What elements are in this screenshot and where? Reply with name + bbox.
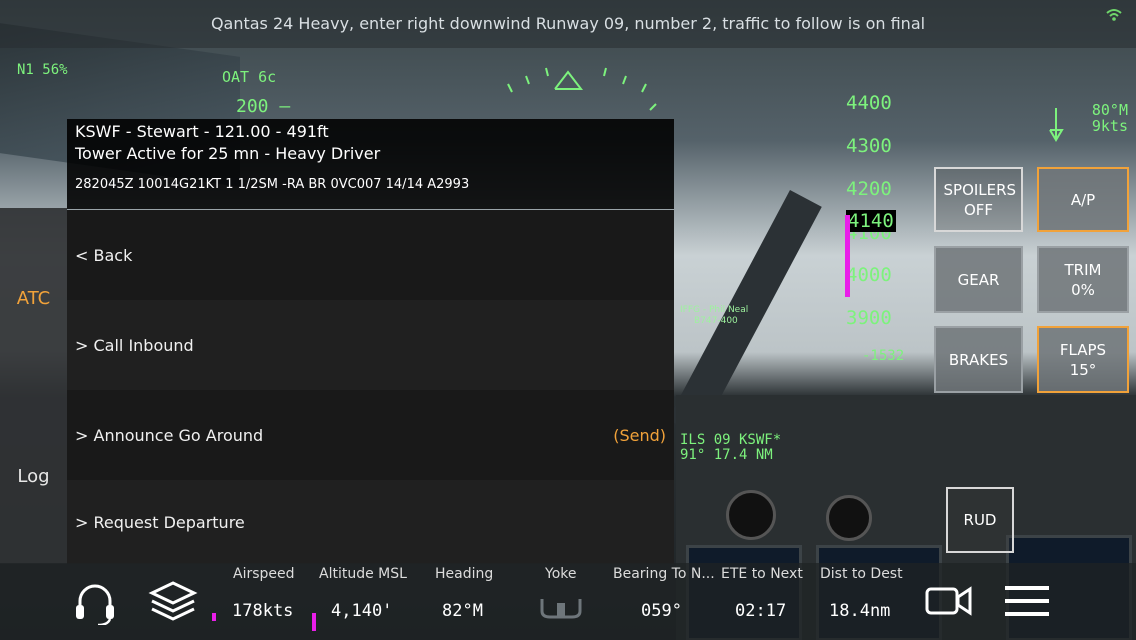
stat-label-ete: ETE to Next: [721, 566, 803, 582]
flaps-label: FLAPS: [1059, 340, 1107, 359]
atc-message: Qantas 24 Heavy, enter right downwind Ru…: [210, 14, 926, 33]
wind-arrow-icon: [1049, 108, 1064, 142]
altitude-tick: 4400: [846, 92, 892, 114]
autopilot-label: A/P: [1070, 190, 1096, 209]
menu-back-label: < Back: [75, 245, 133, 265]
altitude-tape: 4400 4300 4200 4100 4000 3900 4140: [846, 92, 916, 372]
altitude-tick: 4000: [846, 264, 892, 286]
gear-label: GEAR: [957, 270, 1000, 289]
trim-label: TRIM: [1064, 260, 1102, 279]
metar-text: 282045Z 10014G21KT 1 1/2SM -RA BR 0VC007…: [75, 177, 470, 192]
atc-message-bar: Qantas 24 Heavy, enter right downwind Ru…: [0, 0, 1136, 48]
airspeed-trend: [212, 613, 216, 621]
altitude-tick: 4200: [846, 178, 892, 200]
gear-button[interactable]: GEAR: [934, 246, 1023, 313]
panel-gauge: [726, 490, 776, 540]
oat-readout: OAT 6c: [222, 68, 277, 86]
ils-line1: ILS 09 KSWF*: [680, 432, 782, 448]
speed-tape-label: 200: [236, 96, 269, 117]
headset-icon[interactable]: [72, 579, 118, 625]
rudder-button[interactable]: RUD: [946, 487, 1014, 553]
stat-value-dist: 18.4nm: [829, 601, 891, 621]
menu-call-inbound[interactable]: > Call Inbound: [67, 300, 674, 390]
autopilot-button[interactable]: A/P: [1037, 167, 1129, 232]
altitude-trend: [312, 613, 316, 631]
stat-value-bearing: 059°: [641, 601, 682, 621]
speed-tape-value: 200 —: [236, 96, 291, 117]
trim-value: 0%: [1071, 280, 1095, 299]
station-name: KSWF - Stewart - 121.00 - 491ft: [75, 122, 329, 141]
menu-back[interactable]: < Back: [67, 210, 674, 300]
menu-go-around[interactable]: > Announce Go Around (Send): [67, 390, 674, 480]
ils-readout: ILS 09 KSWF* 91° 17.4 NM: [680, 433, 781, 463]
stat-label-dist: Dist to Dest: [820, 566, 903, 582]
stat-label-heading: Heading: [435, 566, 494, 582]
stat-value-altitude: 4,140': [331, 601, 393, 621]
send-button[interactable]: (Send): [613, 426, 666, 445]
brakes-label: BRAKES: [948, 350, 1009, 369]
heading-scale-icon: [507, 67, 657, 111]
stat-label-yoke: Yoke: [545, 566, 577, 582]
sidebar-item-log[interactable]: Log: [0, 466, 67, 487]
traffic-aircraft: B747-400: [694, 316, 738, 326]
wind-speed: 9kts: [1091, 117, 1128, 135]
menu-call-inbound-label: > Call Inbound: [75, 335, 194, 355]
spoilers-label: SPOILERS OFF: [943, 180, 1017, 219]
altitude-tick: 3900: [846, 307, 892, 329]
camera-icon[interactable]: [924, 583, 974, 619]
rudder-label: RUD: [963, 511, 997, 529]
altitude-tick: 4300: [846, 135, 892, 157]
sidebar: ATC Log: [0, 208, 67, 564]
stat-value-heading: 82°M: [442, 601, 483, 621]
stat-value-ete: 02:17: [735, 601, 787, 621]
altitude-current: 4140: [846, 210, 896, 232]
stat-label-altitude: Altitude MSL: [319, 566, 407, 582]
yoke-icon[interactable]: [538, 593, 584, 621]
flaps-value: 15°: [1069, 360, 1097, 379]
station-status: Tower Active for 25 mn - Heavy Driver: [75, 144, 381, 163]
traffic-callsign: IFFG - Phil Neal: [680, 305, 749, 315]
trim-button[interactable]: TRIM 0%: [1037, 246, 1129, 313]
brakes-button[interactable]: BRAKES: [934, 326, 1023, 393]
atc-menu: < Back > Call Inbound > Announce Go Arou…: [67, 210, 674, 564]
station-info: KSWF - Stewart - 121.00 - 491ft Tower Ac…: [67, 119, 674, 209]
altitude-trend-bar: [845, 215, 850, 297]
panel-gauge: [826, 495, 872, 541]
flaps-button[interactable]: FLAPS 15°: [1037, 326, 1129, 393]
sidebar-item-atc[interactable]: ATC: [0, 288, 67, 309]
wifi-icon: [1106, 8, 1122, 26]
traffic-label: IFFG - Phil Neal B747-400: [680, 305, 748, 327]
stat-label-bearing: Bearing To N...: [613, 566, 715, 582]
n1-readout: N1 56%: [17, 62, 68, 78]
wind-readout: 80°M 9kts: [1092, 102, 1128, 134]
stat-value-airspeed: 178kts: [232, 601, 294, 621]
menu-request-departure-label: > Request Departure: [75, 512, 245, 532]
menu-go-around-label: > Announce Go Around: [75, 425, 264, 445]
ils-line2: 91° 17.4 NM: [680, 447, 773, 463]
menu-request-departure[interactable]: > Request Departure: [67, 480, 674, 564]
vertical-speed: -1532: [862, 348, 905, 364]
wind-direction: 80°M: [1091, 101, 1128, 119]
layers-icon[interactable]: [148, 579, 198, 625]
bottom-status-bar: Airspeed 178kts Altitude MSL 4,140' Head…: [0, 563, 1136, 640]
stat-label-airspeed: Airspeed: [233, 566, 295, 582]
spoilers-button[interactable]: SPOILERS OFF: [934, 167, 1023, 232]
menu-icon[interactable]: [1003, 583, 1051, 619]
